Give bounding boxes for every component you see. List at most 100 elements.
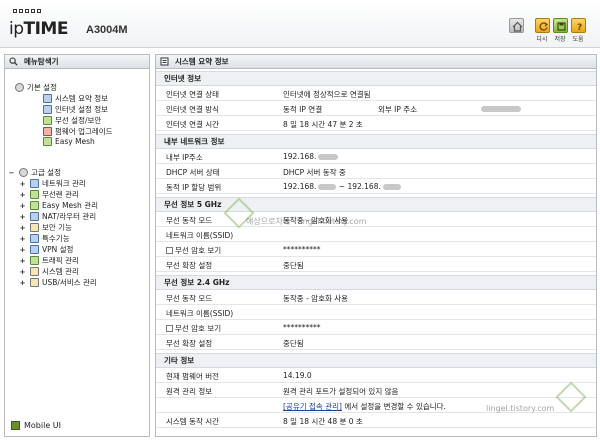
table-row: 인터넷 연결 상태 인터넷에 정상적으로 연결됨 [156,86,596,101]
nav-group-basic[interactable]: 기본 설정 [15,82,57,93]
table-row: 무선 암호 보기 ********** [156,242,596,257]
nav-item-wlan[interactable]: + 무선랜 관리 [18,189,79,200]
home-button[interactable] [509,18,524,33]
table-row: 인터넷 연결 방식 동적 IP 연결 외부 IP 주소 [156,101,596,116]
nav-item-usb-service[interactable]: + USB/서비스 관리 [18,277,97,288]
mobile-icon [11,421,20,430]
nav-group-advanced-label: 고급 설정 [31,168,61,177]
expand-icon[interactable]: + [18,191,27,199]
nav-group-advanced[interactable]: − 고급 설정 [7,167,61,178]
refresh-label: 다시 [536,36,548,43]
save-label: 저장 [554,36,566,43]
mobile-ui-link[interactable]: Mobile UI [11,421,61,430]
section-other: 기타 정보 [156,353,596,368]
table-row: 네트워크 이름(SSID) [156,305,596,320]
search-icon [9,57,18,66]
table-row: 무선 동작 모드 동작중 - 암호화 사용 [156,212,596,227]
main-header: 시스템 요약 정보 [156,55,596,69]
nav-item-easy-mesh-admin[interactable]: + Easy Mesh 관리 [18,200,98,211]
ssid-redacted [283,230,285,239]
table-row: 무선 동작 모드 동작중 - 암호화 사용 [156,290,596,305]
document-icon [160,57,169,66]
wlan-icon [30,190,39,199]
main-title: 시스템 요약 정보 [175,57,229,66]
show-password-checkbox-5ghz[interactable] [166,247,173,254]
nav-item-security[interactable]: + 보안 기능 [18,222,72,233]
save-button[interactable] [553,18,568,33]
refresh-icon [539,22,548,31]
lock-icon [30,223,39,232]
mesh-icon [43,137,52,146]
nav-item-nat-router[interactable]: + NAT/라우터 관리 [18,211,96,222]
network-icon [30,179,39,188]
expand-icon[interactable]: + [18,213,27,221]
watermark-center: 얘상으로차네 - lingel.tistory.com [246,217,367,226]
section-lan: 내부 네트워크 정보 [156,134,596,149]
table-row: 원격 관리 정보 원격 관리 포트가 설정되어 있지 않음 [156,383,596,398]
nav-title: 메뉴탐색기 [24,57,59,66]
mesh-icon [30,201,39,210]
remote-access-link[interactable]: [공유기 접속 관리] [283,402,342,411]
section-wireless-24ghz: 무선 정보 2.4 GHz [156,275,596,290]
table-row: 인터넷 연결 시간 8 일 18 시간 47 분 2 초 [156,116,596,131]
table-row: 무선 암호 보기 ********** [156,320,596,335]
expand-icon[interactable]: + [18,224,27,232]
nav-item-internet-setup[interactable]: 인터넷 설정 정보 [43,104,108,115]
section-wireless-5ghz: 무선 정보 5 GHz [156,197,596,212]
model-name: A3004M [86,24,128,36]
table-row: 네트워크 이름(SSID) [156,227,596,242]
watermark-bottom: lingel.tistory.com [486,404,555,413]
table-row: 내부 IP주소 192.168. [156,149,596,164]
nav-item-easy-mesh[interactable]: Easy Mesh [43,137,95,146]
usb-icon [30,278,39,287]
table-row: 시스템 동작 시간 8 일 18 시간 48 분 0 초 [156,413,596,428]
traffic-icon [30,256,39,265]
expand-icon[interactable]: + [18,268,27,276]
main-panel: 시스템 요약 정보 인터넷 정보 인터넷 연결 상태 인터넷에 정상적으로 연결… [155,54,597,437]
home-icon [512,21,523,32]
help-button[interactable]: ? [571,18,586,33]
system-icon [30,267,39,276]
help-icon: ? [577,23,582,32]
logo-dots [13,9,41,13]
ssid-redacted [283,308,285,317]
expand-icon[interactable]: + [18,202,27,210]
nav-item-traffic[interactable]: + 트래픽 관리 [18,255,79,266]
logo: ipTIME [9,19,68,39]
settings-icon [19,168,28,177]
nav-group-basic-label: 기본 설정 [27,83,57,92]
nav-item-special[interactable]: + 특수기능 [18,233,70,244]
header: ipTIME A3004M 다시 저장 ? 도움 [0,0,600,48]
vpn-icon [30,245,39,254]
save-icon [557,22,566,31]
svg-text:?: ? [577,23,582,32]
expand-icon[interactable]: + [18,257,27,265]
firmware-icon [43,127,52,136]
table-row: 현재 펌웨어 버전 14.19.0 [156,368,596,383]
expand-icon[interactable]: + [18,235,27,243]
special-icon [30,234,39,243]
nav-item-firmware-upgrade[interactable]: 펌웨어 업그레이드 [43,126,113,137]
wireless-icon [43,116,52,125]
external-ip-redacted [479,104,521,113]
expand-icon[interactable]: + [18,246,27,254]
collapse-icon[interactable]: − [7,169,16,177]
nav-item-vpn[interactable]: + VPN 설정 [18,244,73,255]
summary-icon [43,94,52,103]
expand-icon[interactable]: + [18,279,27,287]
nav-header: 메뉴탐색기 [5,55,149,69]
router-icon [30,212,39,221]
show-password-checkbox-24ghz[interactable] [166,325,173,332]
refresh-button[interactable] [535,18,550,33]
nav-item-network[interactable]: + 네트워크 관리 [18,178,86,189]
table-row: 무선 확장 설정 중단됨 [156,335,596,350]
nav-item-system-summary[interactable]: 시스템 요약 정보 [43,93,108,104]
table-row: 동적 IP 할당 범위 192.168. ~ 192.168. [156,179,596,194]
settings-icon [15,83,24,92]
nav-item-system-admin[interactable]: + 시스템 관리 [18,266,79,277]
expand-icon[interactable]: + [18,180,27,188]
internet-icon [43,105,52,114]
section-internet: 인터넷 정보 [156,71,596,86]
nav-item-wireless-security[interactable]: 무선 설정/보안 [43,115,101,126]
table-row: 무선 확장 설정 중단됨 [156,257,596,272]
